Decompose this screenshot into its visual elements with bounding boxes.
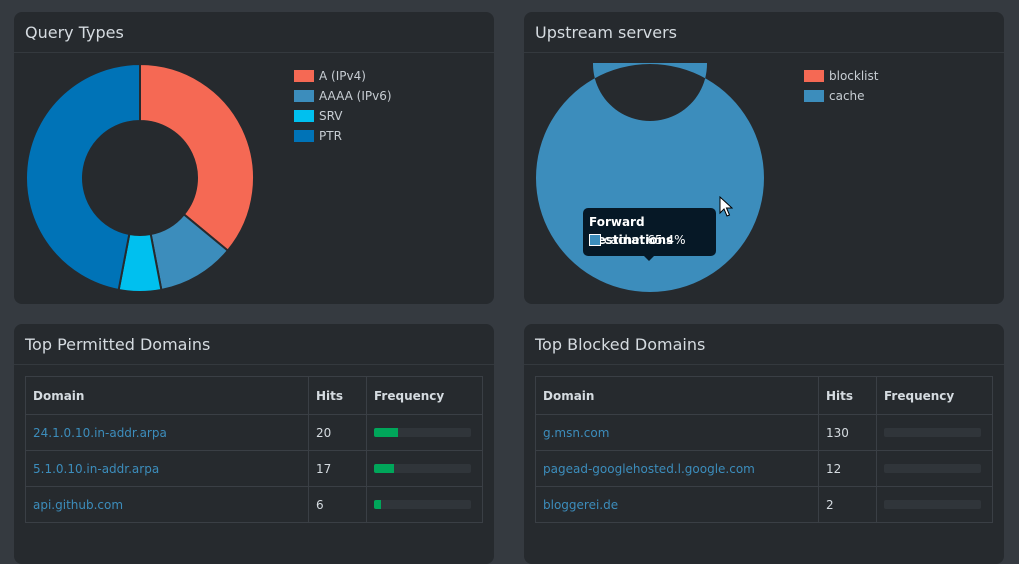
donut-slice-a-ipv4[interactable] — [139, 63, 255, 253]
query-types-donut-chart — [25, 63, 255, 293]
frequency-bar-fill — [374, 428, 399, 437]
hits-cell: 6 — [308, 486, 367, 523]
table-row: 24.1.0.10.in-addr.arpa 20 — [25, 414, 483, 451]
hits-cell: 130 — [818, 414, 877, 451]
upstream-servers-title: Upstream servers — [524, 12, 1004, 53]
frequency-cell — [876, 414, 993, 451]
legend-swatch — [294, 130, 314, 142]
frequency-cell — [876, 486, 993, 523]
table-row: pagead-googlehosted.l.google.com 12 — [535, 450, 993, 487]
top-permitted-domains-panel: Top Permitted Domains Domain Hits Freque… — [14, 324, 494, 564]
upstream-servers-panel: Upstream servers blocklist cache Forward… — [524, 12, 1004, 304]
tooltip-row: cache: 65.4% — [589, 231, 710, 249]
column-header-domain[interactable]: Domain — [535, 376, 819, 415]
legend-item-srv[interactable]: SRV — [294, 106, 392, 126]
frequency-bar — [884, 464, 981, 473]
column-header-hits[interactable]: Hits — [818, 376, 877, 415]
legend-label: blocklist — [829, 69, 879, 83]
tooltip-value: cache: 65.4% — [604, 233, 686, 247]
upstream-servers-donut-chart — [536, 63, 764, 292]
legend-item-cache[interactable]: cache — [804, 86, 878, 106]
column-header-hits[interactable]: Hits — [308, 376, 367, 415]
legend-swatch — [294, 70, 314, 82]
top-blocked-title: Top Blocked Domains — [524, 324, 1004, 365]
legend-label: cache — [829, 89, 865, 103]
column-header-frequency[interactable]: Frequency — [366, 376, 483, 415]
top-blocked-domains-panel: Top Blocked Domains Domain Hits Frequenc… — [524, 324, 1004, 564]
domain-link[interactable]: pagead-googlehosted.l.google.com — [543, 462, 755, 476]
legend-swatch — [804, 90, 824, 102]
donut-slice-ptr[interactable] — [25, 63, 141, 292]
frequency-cell — [366, 414, 483, 451]
table-row: bloggerei.de 2 — [535, 486, 993, 523]
table-row: api.github.com 6 — [25, 486, 483, 523]
tooltip-arrow — [644, 256, 654, 261]
domain-cell: 5.1.0.10.in-addr.arpa — [25, 450, 309, 487]
frequency-bar — [884, 500, 981, 509]
mouse-cursor-icon — [719, 196, 733, 217]
table-row: g.msn.com 130 — [535, 414, 993, 451]
hits-cell: 17 — [308, 450, 367, 487]
frequency-bar — [374, 428, 471, 437]
frequency-cell — [366, 486, 483, 523]
frequency-cell — [366, 450, 483, 487]
frequency-bar — [374, 464, 471, 473]
domain-link[interactable]: 24.1.0.10.in-addr.arpa — [33, 426, 167, 440]
tooltip-swatch — [589, 234, 601, 246]
legend-item-aaaa-ipv6[interactable]: AAAA (IPv6) — [294, 86, 392, 106]
legend-swatch — [294, 110, 314, 122]
column-header-domain[interactable]: Domain — [25, 376, 309, 415]
frequency-bar — [374, 500, 471, 509]
top-permitted-title: Top Permitted Domains — [14, 324, 494, 365]
tooltip-title: Forward destinations — [589, 215, 674, 247]
hits-cell: 20 — [308, 414, 367, 451]
legend-item-ptr[interactable]: PTR — [294, 126, 392, 146]
permitted-domains-table: Domain Hits Frequency 24.1.0.10.in-addr.… — [25, 376, 483, 523]
domain-cell: bloggerei.de — [535, 486, 819, 523]
legend-swatch — [804, 70, 824, 82]
domain-cell: pagead-googlehosted.l.google.com — [535, 450, 819, 487]
domain-link[interactable]: g.msn.com — [543, 426, 609, 440]
table-row: 5.1.0.10.in-addr.arpa 17 — [25, 450, 483, 487]
legend-label: AAAA (IPv6) — [319, 89, 392, 103]
frequency-bar-fill — [374, 500, 381, 509]
hits-cell: 12 — [818, 450, 877, 487]
query-types-title: Query Types — [14, 12, 494, 53]
domain-link[interactable]: 5.1.0.10.in-addr.arpa — [33, 462, 159, 476]
domain-link[interactable]: api.github.com — [33, 498, 123, 512]
domain-cell: 24.1.0.10.in-addr.arpa — [25, 414, 309, 451]
legend-item-a-ipv4[interactable]: A (IPv4) — [294, 66, 392, 86]
domain-cell: api.github.com — [25, 486, 309, 523]
legend-swatch — [294, 90, 314, 102]
domain-link[interactable]: bloggerei.de — [543, 498, 618, 512]
frequency-cell — [876, 450, 993, 487]
query-types-panel: Query Types A (IPv4) AAAA (IPv6) SRV PTR — [14, 12, 494, 304]
upstream-legend: blocklist cache — [804, 66, 878, 106]
table-header-row: Domain Hits Frequency — [25, 376, 483, 415]
blocked-domains-table: Domain Hits Frequency g.msn.com 130 page… — [535, 376, 993, 523]
legend-label: A (IPv4) — [319, 69, 366, 83]
query-types-legend: A (IPv4) AAAA (IPv6) SRV PTR — [294, 66, 392, 146]
hits-cell: 2 — [818, 486, 877, 523]
column-header-frequency[interactable]: Frequency — [876, 376, 993, 415]
legend-label: PTR — [319, 129, 342, 143]
table-header-row: Domain Hits Frequency — [535, 376, 993, 415]
domain-cell: g.msn.com — [535, 414, 819, 451]
frequency-bar-fill — [374, 464, 395, 473]
legend-item-blocklist[interactable]: blocklist — [804, 66, 878, 86]
legend-label: SRV — [319, 109, 343, 123]
chart-tooltip: Forward destinations cache: 65.4% — [583, 208, 716, 261]
frequency-bar — [884, 428, 981, 437]
